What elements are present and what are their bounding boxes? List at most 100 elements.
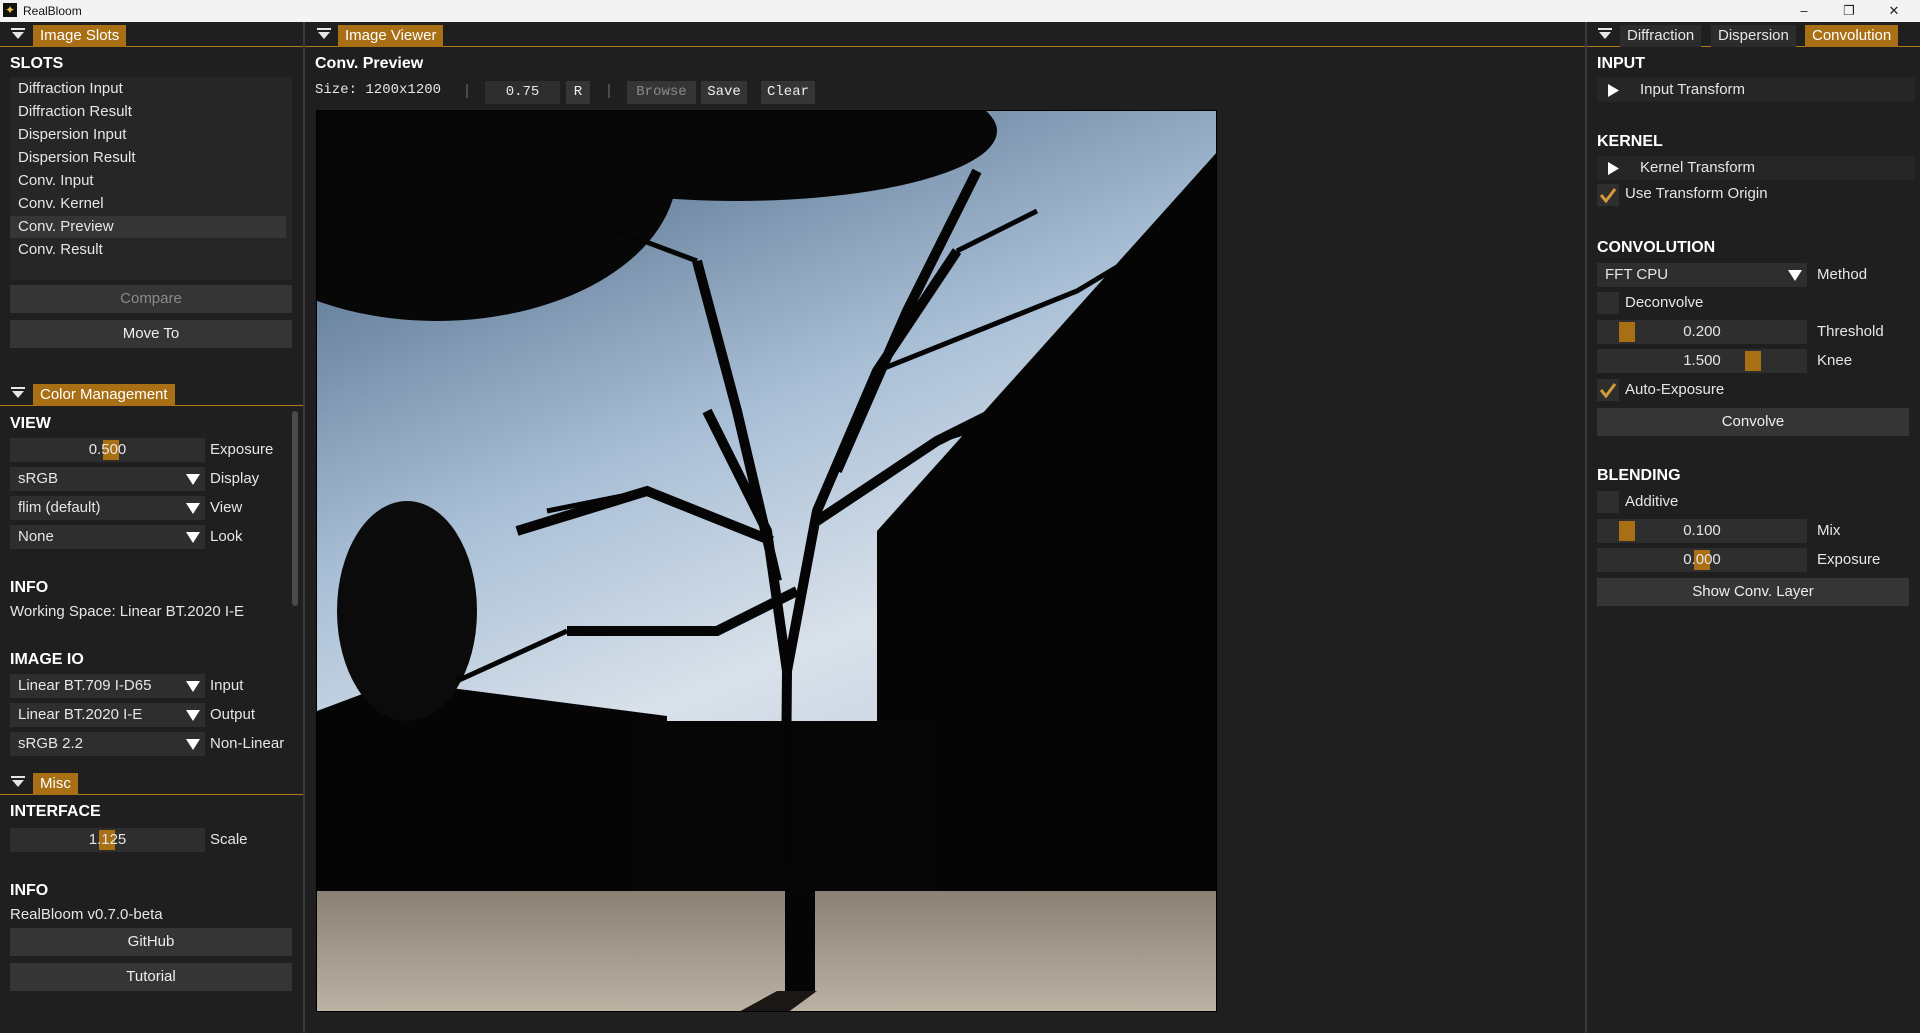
close-button[interactable]: ✕ (1874, 1, 1914, 21)
use-transform-origin-checkbox[interactable] (1597, 184, 1619, 206)
chevron-down-icon (181, 467, 205, 491)
input-label: Input (210, 677, 244, 694)
chevron-down-icon (181, 732, 205, 756)
chevron-down-icon (181, 525, 205, 549)
tab-convolution[interactable]: Convolution (1805, 25, 1899, 47)
collapse-icon[interactable] (11, 28, 25, 40)
browse-button[interactable]: Browse (627, 81, 696, 104)
slot-item[interactable]: Conv. Kernel (10, 193, 286, 215)
method-label: Method (1817, 266, 1868, 283)
blending-heading: BLENDING (1597, 467, 1681, 484)
image-slots-panel: Image Slots SLOTS Diffraction Input Diff… (0, 22, 303, 380)
separator: | (607, 82, 611, 99)
maximize-button[interactable]: ❐ (1829, 1, 1869, 21)
image-io-heading: IMAGE IO (10, 651, 84, 668)
move-to-button[interactable]: Move To (10, 320, 292, 348)
output-combo[interactable]: Linear BT.2020 I-E (10, 703, 205, 727)
window-title: RealBloom (23, 4, 82, 18)
deconvolve-checkbox[interactable] (1597, 292, 1619, 314)
tab-misc[interactable]: Misc (33, 773, 78, 795)
compare-button[interactable]: Compare (10, 285, 292, 313)
scale-slider[interactable]: 1.125 (10, 828, 205, 852)
slot-list: Diffraction Input Diffraction Result Dis… (10, 77, 292, 280)
zoom-input[interactable]: 0.75 (485, 81, 560, 104)
github-button[interactable]: GitHub (10, 928, 292, 956)
chevron-down-icon (1783, 263, 1807, 287)
input-transform-header[interactable]: Input Transform (1597, 78, 1915, 102)
deconvolve-label: Deconvolve (1625, 294, 1704, 311)
scrollbar[interactable] (292, 411, 298, 606)
misc-panel: Misc INTERFACE 1.125 Scale INFO RealBloo… (0, 770, 303, 1033)
threshold-slider[interactable]: 0.200 (1597, 320, 1807, 344)
blend-exposure-slider[interactable]: 0.000 (1597, 548, 1807, 572)
collapse-icon[interactable] (11, 776, 25, 788)
slot-item[interactable]: Dispersion Input (10, 124, 286, 146)
play-icon (1608, 84, 1619, 97)
show-conv-layer-button[interactable]: Show Conv. Layer (1597, 578, 1909, 606)
kernel-transform-header[interactable]: Kernel Transform (1597, 156, 1915, 180)
exposure-slider[interactable]: 0.500 (10, 438, 205, 462)
method-combo[interactable]: FFT CPU (1597, 263, 1807, 287)
separator: | (465, 82, 469, 99)
display-combo[interactable]: sRGB (10, 467, 205, 491)
nonlinear-combo[interactable]: sRGB 2.2 (10, 732, 205, 756)
slot-item[interactable]: Conv. Result (10, 239, 286, 261)
settings-panel: Diffraction Dispersion Convolution INPUT… (1587, 22, 1920, 1033)
chevron-down-icon (181, 703, 205, 727)
convolve-button[interactable]: Convolve (1597, 408, 1909, 436)
input-combo[interactable]: Linear BT.709 I-D65 (10, 674, 205, 698)
tab-image-slots[interactable]: Image Slots (33, 25, 127, 47)
checkmark-icon (1599, 383, 1617, 399)
threshold-label: Threshold (1817, 323, 1884, 340)
view-combo[interactable]: flim (default) (10, 496, 205, 520)
slot-item[interactable]: Dispersion Result (10, 147, 286, 169)
use-transform-origin-label: Use Transform Origin (1625, 185, 1768, 202)
app-icon: ✦ (3, 3, 17, 17)
collapse-icon[interactable] (1598, 28, 1612, 40)
output-label: Output (210, 706, 256, 723)
auto-exposure-label: Auto-Exposure (1625, 381, 1725, 398)
clear-button[interactable]: Clear (761, 81, 815, 104)
color-management-panel: Color Management VIEW 0.500 Exposure sRG… (0, 381, 303, 768)
display-label: Display (210, 470, 260, 487)
collapse-icon[interactable] (317, 28, 331, 40)
tutorial-button[interactable]: Tutorial (10, 963, 292, 991)
auto-exposure-checkbox[interactable] (1597, 379, 1619, 401)
image-size-text: Size: 1200x1200 (315, 82, 442, 98)
working-space-text: Working Space: Linear BT.2020 I-E (10, 603, 245, 620)
exposure-label: Exposure (210, 441, 274, 458)
convolution-heading: CONVOLUTION (1597, 239, 1716, 256)
tab-image-viewer[interactable]: Image Viewer (338, 25, 444, 47)
kernel-heading: KERNEL (1597, 133, 1663, 150)
save-button[interactable]: Save (701, 81, 747, 104)
additive-checkbox[interactable] (1597, 491, 1619, 513)
slot-item[interactable]: Diffraction Input (10, 78, 286, 100)
slot-item[interactable]: Conv. Input (10, 170, 286, 192)
collapse-icon[interactable] (11, 387, 25, 399)
tab-dispersion[interactable]: Dispersion (1711, 25, 1796, 47)
tab-color-management[interactable]: Color Management (33, 384, 175, 406)
checkmark-icon (1599, 188, 1617, 204)
info-heading: INFO (10, 579, 49, 596)
additive-label: Additive (1625, 493, 1679, 510)
scale-label: Scale (210, 831, 248, 848)
preview-image[interactable] (316, 110, 1217, 1012)
view-heading: VIEW (10, 415, 51, 432)
knee-slider[interactable]: 1.500 (1597, 349, 1807, 373)
nonlinear-label: Non-Linear (210, 735, 285, 752)
mix-slider[interactable]: 0.100 (1597, 519, 1807, 543)
info-heading: INFO (10, 882, 49, 899)
chevron-down-icon (181, 496, 205, 520)
view-label: View (210, 499, 243, 516)
slot-item[interactable]: Diffraction Result (10, 101, 286, 123)
minimize-button[interactable]: – (1784, 1, 1824, 21)
chevron-down-icon (181, 674, 205, 698)
slots-heading: SLOTS (10, 55, 64, 72)
look-label: Look (210, 528, 243, 545)
look-combo[interactable]: None (10, 525, 205, 549)
reset-zoom-button[interactable]: R (566, 81, 590, 104)
tab-diffraction[interactable]: Diffraction (1620, 25, 1702, 47)
slot-item-selected[interactable]: Conv. Preview (10, 216, 286, 238)
blend-exposure-label: Exposure (1817, 551, 1881, 568)
image-viewer-panel: Image Viewer Conv. Preview Size: 1200x12… (305, 22, 1585, 1033)
